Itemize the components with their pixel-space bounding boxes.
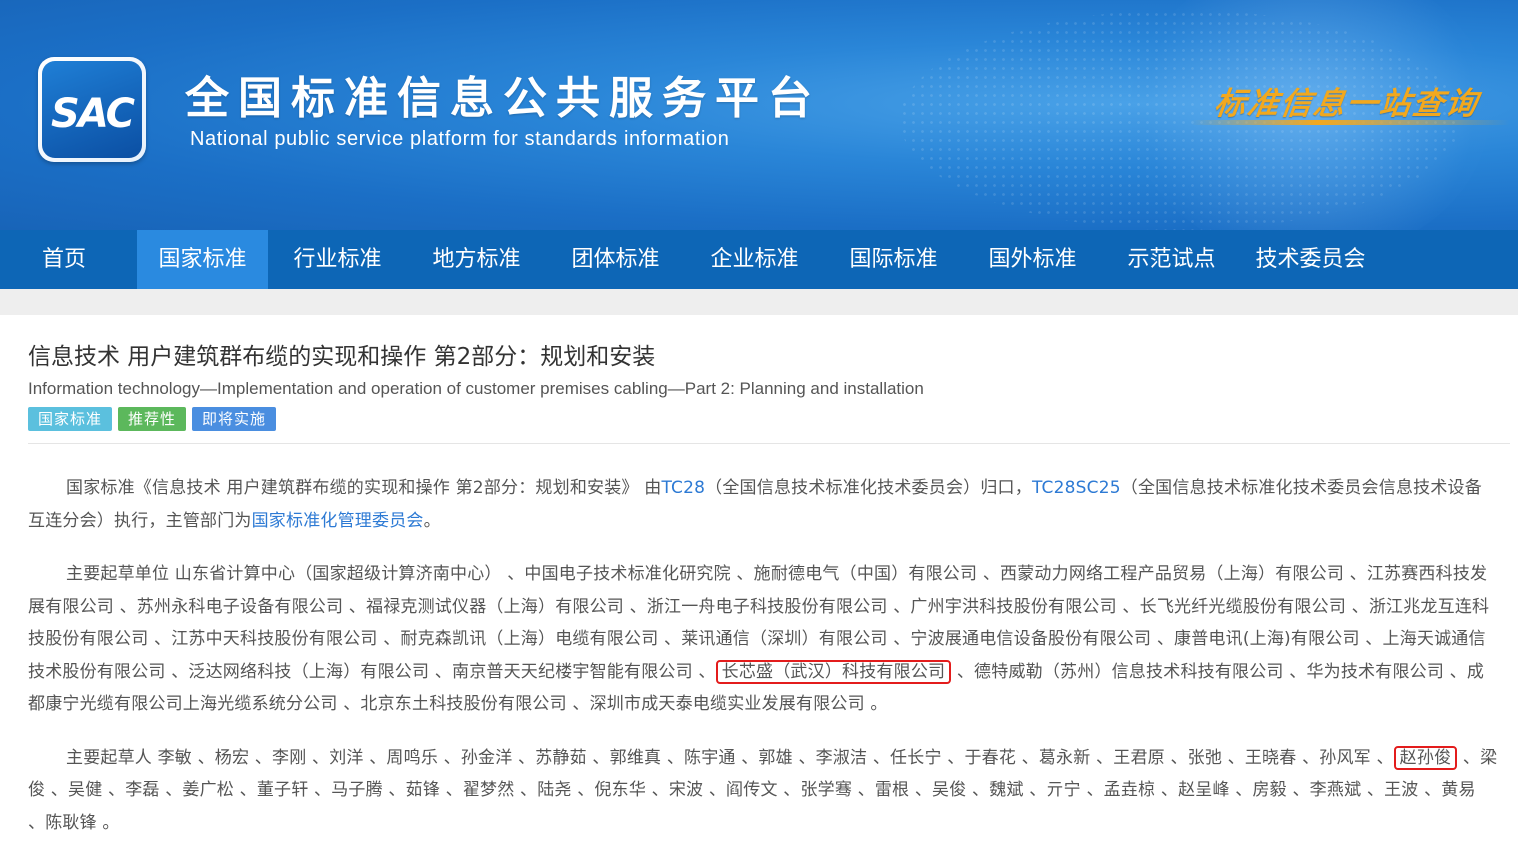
intro-prefix: 国家标准《信息技术 用户建筑群布缆的实现和操作 第2部分：规划和安装》 由 <box>66 478 662 498</box>
drafters-list: 李敏 、杨宏 、李刚 、刘洋 、周鸣乐 、孙金洋 、苏静茹 、郭维真 、陈宇通 … <box>152 747 1394 768</box>
intro-suffix: 。 <box>423 510 441 531</box>
highlighted-drafter: 赵孙俊 <box>1393 745 1458 770</box>
header-banner: SAC 全国标准信息公共服务平台 National public service… <box>0 0 1518 230</box>
logo-text: SAC <box>51 91 135 137</box>
nav-item-group-standards[interactable]: 团体标准 <box>546 230 685 289</box>
standard-detail: 信息技术 用户建筑群布缆的实现和操作 第2部分：规划和安装 Informatio… <box>0 337 1518 839</box>
tag-national-standard: 国家标准 <box>28 407 113 431</box>
nav-item-pilot-demo[interactable]: 示范试点 <box>1102 230 1241 289</box>
drafting-units-paragraph: 主要起草单位 山东省计算中心（国家超级计算济南中心） 、中国电子技术标准化研究院… <box>28 558 1498 721</box>
nav-item-enterprise-standards[interactable]: 企业标准 <box>685 230 824 289</box>
nav-item-foreign-standards[interactable]: 国外标准 <box>963 230 1102 289</box>
tc28-link[interactable]: TC28 <box>661 478 705 498</box>
standard-tags: 国家标准 推荐性 即将实施 <box>28 407 1490 431</box>
drafting-units-label: 主要起草单位 <box>66 564 170 584</box>
main-nav: 首页 国家标准 行业标准 地方标准 团体标准 企业标准 国际标准 国外标准 示范… <box>0 230 1518 289</box>
nav-item-international-standards[interactable]: 国际标准 <box>824 230 963 289</box>
site-title: 全国标准信息公共服务平台 <box>185 73 821 124</box>
tc28sc25-link[interactable]: TC28SC25 <box>1032 478 1121 498</box>
nav-item-industry-standards[interactable]: 行业标准 <box>268 230 407 289</box>
tc28-desc: （全国信息技术标准化技术委员会）归口， <box>705 478 1032 498</box>
standard-title-en: Information technology—Implementation an… <box>28 379 924 398</box>
drafters-paragraph: 主要起草人 李敏 、杨宏 、李刚 、刘洋 、周鸣乐 、孙金洋 、苏静茹 、郭维真… <box>28 742 1498 840</box>
tag-recommended: 推荐性 <box>118 407 187 431</box>
highlighted-drafting-unit: 长芯盛（武汉）科技有限公司 <box>715 659 952 684</box>
tag-upcoming: 即将实施 <box>192 407 277 431</box>
sac-logo[interactable]: SAC <box>38 57 146 162</box>
standard-title-cn: 信息技术 用户建筑群布缆的实现和操作 第2部分：规划和安装 <box>28 344 656 370</box>
sac-department-link[interactable]: 国家标准化管理委员会 <box>252 511 424 531</box>
site-subtitle: National public service platform for sta… <box>190 128 730 150</box>
slogan-underline <box>1190 120 1510 125</box>
nav-item-technical-committees[interactable]: 技术委员会 <box>1241 230 1380 289</box>
drafters-label: 主要起草人 <box>66 747 152 768</box>
intro-paragraph: 国家标准《信息技术 用户建筑群布缆的实现和操作 第2部分：规划和安装》 由TC2… <box>28 472 1498 537</box>
nav-spacer <box>0 289 1518 315</box>
nav-item-national-standards[interactable]: 国家标准 <box>137 230 268 289</box>
divider <box>28 443 1510 444</box>
nav-item-home[interactable]: 首页 <box>0 230 128 289</box>
slogan: 标准信息一站查询 <box>1211 86 1482 122</box>
nav-item-local-standards[interactable]: 地方标准 <box>407 230 546 289</box>
